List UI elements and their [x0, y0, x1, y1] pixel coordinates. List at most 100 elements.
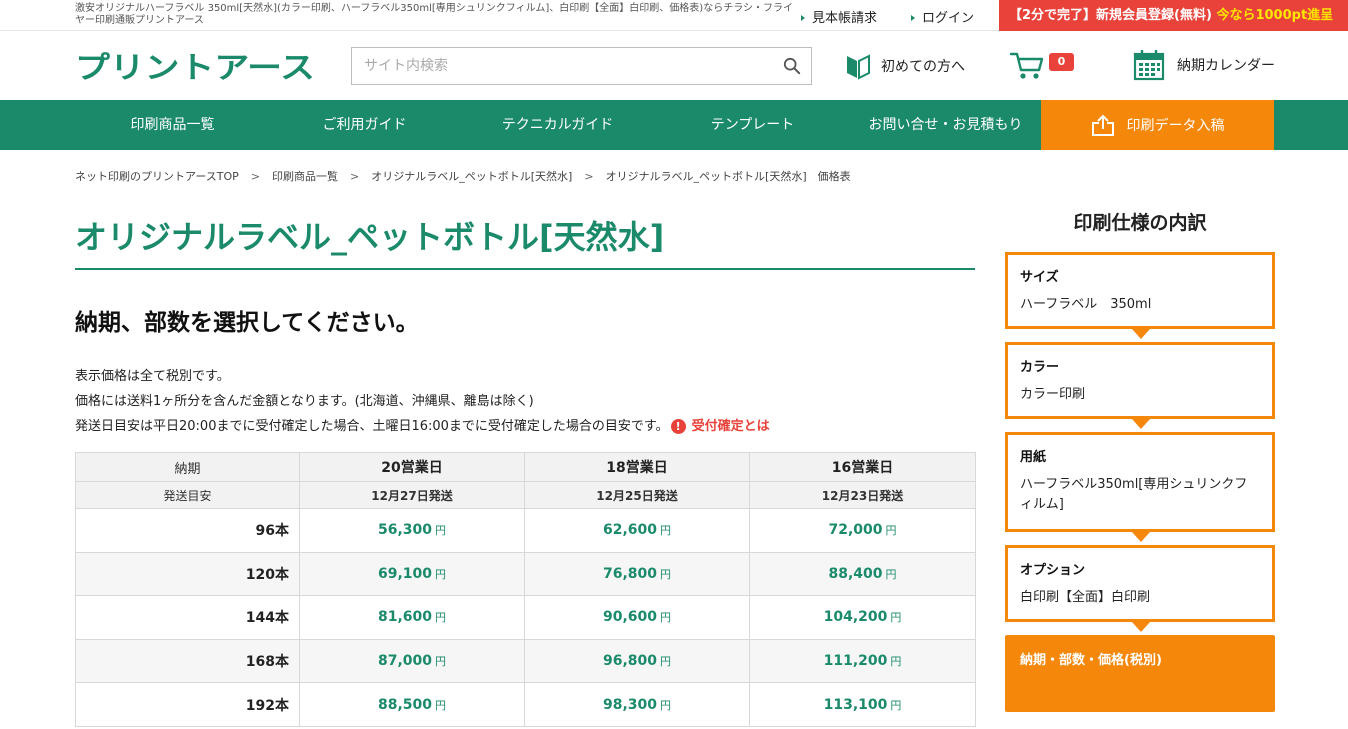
table-row: 144本 81,600 円 90,600 円 104,200 円 [75, 595, 976, 640]
spec-value: 白印刷【全面】白印刷 [1020, 590, 1151, 605]
quantity-cell: 168本 [75, 638, 300, 684]
nav-item-technical-guide[interactable]: テクニカルガイド [480, 100, 635, 150]
price-value: 76,800 [602, 565, 658, 582]
price-table: 納期 20営業日 18営業日 16営業日 発送目安 12月27日発送 12月25… [75, 452, 976, 727]
site-logo[interactable]: プリントアース [75, 52, 315, 82]
logo-wordmark-icon: プリントアース [75, 52, 315, 82]
first-time-link[interactable]: 初めての方へ [845, 52, 965, 80]
ship-date-cell: 12月25日発送 [524, 481, 750, 509]
breadcrumb: ネット印刷のプリントアースTOP > 印刷商品一覧 > オリジナルラベル_ペットボトル[… [75, 168, 851, 184]
spec-value: カラー印刷 [1020, 387, 1086, 402]
price-value: 98,300 [602, 696, 658, 713]
seo-description: 激安オリジナルハーフラベル 350ml[天然水](カラー印刷、ハーフラベル350… [75, 3, 793, 26]
currency-unit: 円 [660, 698, 672, 712]
price-cell[interactable]: 62,600 円 [524, 508, 750, 553]
price-value: 87,000 [377, 653, 433, 670]
currency-unit: 円 [435, 567, 447, 581]
login-label: ログイン [922, 11, 975, 26]
price-cell[interactable]: 69,100 円 [299, 551, 525, 597]
first-time-label: 初めての方へ [881, 59, 965, 75]
spec-label: サイズ [1020, 270, 1059, 285]
table-row: 192本 88,500 円 98,300 円 113,100 円 [75, 682, 976, 727]
breadcrumb-separator: > [250, 170, 261, 183]
nav-item-products[interactable]: 印刷商品一覧 [100, 100, 245, 150]
site-search [351, 47, 812, 85]
price-cell[interactable]: 81,600 円 [299, 595, 525, 640]
table-row: 120本 69,100 円 76,800 円 88,400 円 [75, 551, 976, 597]
price-cell[interactable]: 98,300 円 [524, 682, 750, 727]
catalog-request-link[interactable]: 見本帳請求 [801, 7, 877, 26]
currency-unit: 円 [885, 524, 897, 538]
ship-date-cell: 12月23日発送 [749, 481, 976, 509]
price-cell[interactable]: 87,000 円 [299, 638, 525, 684]
calendar-icon [1133, 50, 1165, 81]
breadcrumb-products[interactable]: 印刷商品一覧 [272, 170, 338, 183]
search-icon[interactable] [783, 57, 801, 75]
breadcrumb-home[interactable]: ネット印刷のプリントアースTOP [75, 170, 239, 183]
spec-step-price-active: 納期・部数・価格(税別) [1005, 635, 1275, 712]
quantity-cell: 120本 [75, 551, 300, 597]
header-column: 16営業日 [749, 452, 976, 482]
quantity-cell: 144本 [75, 595, 300, 640]
table-row: 96本 56,300 円 62,600 円 72,000 円 [75, 508, 976, 553]
spec-step-size[interactable]: サイズ ハーフラベル 350ml [1005, 252, 1275, 339]
breadcrumb-product[interactable]: オリジナルラベル_ペットボトル[天然水] [371, 170, 572, 183]
currency-unit: 円 [660, 611, 672, 625]
header-column: 20営業日 [299, 452, 525, 482]
spec-value: ハーフラベル 350ml [1020, 297, 1152, 312]
spec-value: ハーフラベル350ml[専用シュリンクフィルム] [1020, 477, 1248, 512]
spec-label: 用紙 [1020, 450, 1047, 465]
currency-unit: 円 [660, 524, 672, 538]
price-value: 111,200 [823, 653, 888, 670]
currency-unit: 円 [890, 611, 902, 625]
currency-unit: 円 [435, 655, 447, 669]
calendar-link[interactable]: 納期カレンダー [1133, 49, 1275, 81]
title-divider [75, 268, 975, 270]
price-cell[interactable]: 96,800 円 [524, 638, 750, 684]
upload-label: 印刷データ入稿 [1126, 118, 1225, 134]
price-value: 62,600 [602, 522, 658, 539]
beginner-mark-icon [847, 54, 870, 80]
price-cell[interactable]: 88,500 円 [299, 682, 525, 727]
nav-item-contact[interactable]: お問い合せ・お見積もり [858, 100, 1033, 150]
table-header-row: 発送目安 12月27日発送 12月25日発送 12月23日発送 [75, 481, 976, 509]
price-cell[interactable]: 76,800 円 [524, 551, 750, 597]
price-cell[interactable]: 113,100 円 [749, 682, 976, 727]
section-heading: 納期、部数を選択してください。 [75, 310, 419, 336]
nav-item-guide[interactable]: ご利用ガイド [292, 100, 437, 150]
spec-step-paper[interactable]: 用紙 ハーフラベル350ml[専用シュリンクフィルム] [1005, 432, 1275, 542]
currency-unit: 円 [660, 567, 672, 581]
search-input[interactable] [352, 48, 752, 84]
currency-unit: 円 [435, 611, 447, 625]
price-cell[interactable]: 90,600 円 [524, 595, 750, 640]
price-value: 104,200 [823, 609, 888, 626]
price-cell[interactable]: 72,000 円 [749, 508, 976, 553]
cart-icon [1009, 52, 1044, 79]
signup-banner-text: 【2分で完了】新規会員登録(無料) [1009, 8, 1212, 23]
currency-unit: 円 [660, 655, 672, 669]
price-value: 56,300 [377, 522, 433, 539]
price-cell[interactable]: 88,400 円 [749, 551, 976, 597]
price-cell[interactable]: 104,200 円 [749, 595, 976, 640]
order-confirm-help-link[interactable]: ! 受付確定とは [670, 414, 770, 439]
login-link[interactable]: ログイン [911, 7, 974, 26]
spec-step-color[interactable]: カラー カラー印刷 [1005, 342, 1275, 429]
header-ship-date: 発送目安 [75, 481, 300, 509]
cart-link[interactable] [1009, 50, 1045, 82]
note-tax: 表示価格は全て税別です。 [75, 369, 230, 384]
price-value: 81,600 [377, 609, 433, 626]
currency-unit: 円 [890, 698, 902, 712]
breadcrumb-separator: > [350, 170, 360, 183]
price-value: 96,800 [602, 653, 658, 670]
signup-banner[interactable]: 【2分で完了】新規会員登録(無料) 今なら1000pt進呈 [999, 0, 1348, 31]
catalog-request-label: 見本帳請求 [812, 11, 878, 26]
price-cell[interactable]: 56,300 円 [299, 508, 525, 553]
order-confirm-help-label: 受付確定とは [691, 419, 770, 434]
header-lead-time: 納期 [75, 452, 300, 482]
note-delivery: 発送日目安は平日20:00までに受付確定した場合、土曜日16:00までに受付確定… [75, 414, 770, 439]
nav-item-templates[interactable]: テンプレート [680, 100, 825, 150]
upload-data-button[interactable]: 印刷データ入稿 [1041, 100, 1274, 150]
spec-step-option[interactable]: オプション 白印刷【全面】白印刷 [1005, 545, 1275, 632]
note-delivery-text: 発送日目安は平日20:00までに受付確定した場合、土曜日16:00までに受付確定… [75, 419, 669, 434]
price-cell[interactable]: 111,200 円 [749, 638, 976, 684]
